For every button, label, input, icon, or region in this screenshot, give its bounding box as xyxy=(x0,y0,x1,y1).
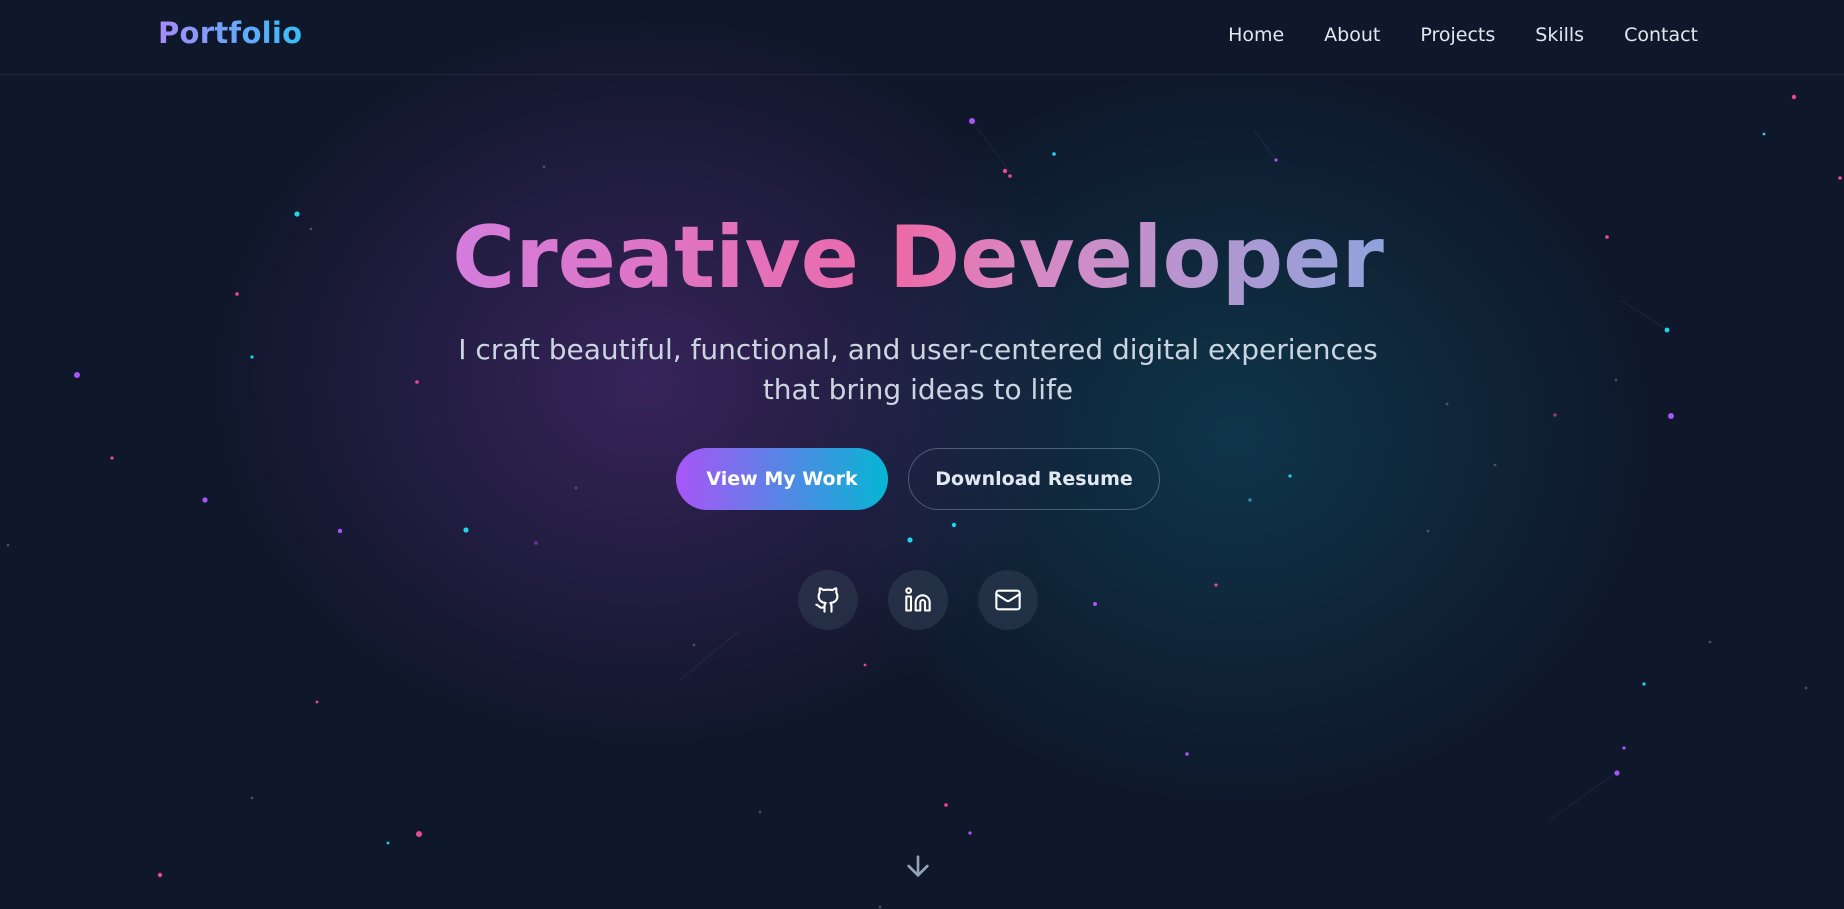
download-resume-button[interactable]: Download Resume xyxy=(908,448,1160,510)
linkedin-link[interactable] xyxy=(888,570,948,630)
linkedin-icon xyxy=(905,587,931,612)
hero-title-text: Creative Developer xyxy=(452,208,1384,308)
nav-link-about[interactable]: About xyxy=(1324,24,1380,46)
hero-buttons: View My Work Download Resume xyxy=(676,448,1160,510)
hero-section: Creative Developer I craft beautiful, fu… xyxy=(0,0,1844,909)
scroll-down-indicator[interactable] xyxy=(902,850,934,882)
brand-logo[interactable]: Portfolio xyxy=(158,16,302,50)
email-link[interactable] xyxy=(978,570,1038,630)
arrow-down-icon xyxy=(907,855,929,877)
nav-link-skills[interactable]: Skills xyxy=(1535,24,1584,46)
hero-title: Creative Developer xyxy=(0,208,1836,308)
nav-link-contact[interactable]: Contact xyxy=(1624,24,1698,46)
navbar: Portfolio Home About Projects Skills Con… xyxy=(0,0,1844,75)
nav-links: Home About Projects Skills Contact xyxy=(1228,24,1698,46)
github-icon xyxy=(815,587,839,613)
nav-link-home[interactable]: Home xyxy=(1228,24,1284,46)
social-links xyxy=(798,570,1038,630)
mail-icon xyxy=(995,589,1021,611)
page: Portfolio Home About Projects Skills Con… xyxy=(0,0,1844,909)
nav-link-projects[interactable]: Projects xyxy=(1420,24,1495,46)
github-link[interactable] xyxy=(798,570,858,630)
view-my-work-button[interactable]: View My Work xyxy=(676,448,888,510)
hero-subtitle: I craft beautiful, functional, and user-… xyxy=(458,333,1378,406)
